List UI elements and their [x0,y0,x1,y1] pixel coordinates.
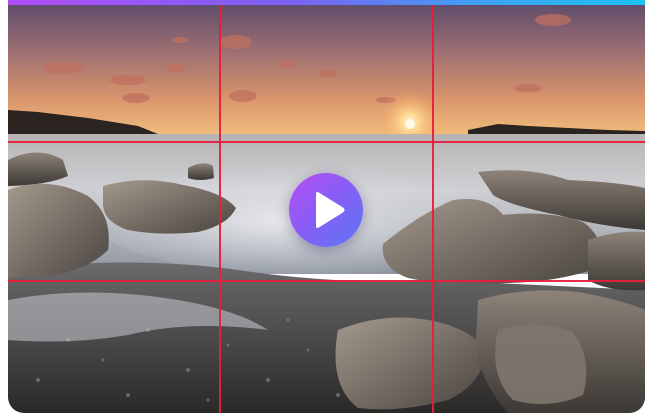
play-button[interactable] [289,173,363,247]
play-icon [316,192,345,228]
accent-gradient-bar [8,0,645,5]
video-preview-card [8,0,645,413]
